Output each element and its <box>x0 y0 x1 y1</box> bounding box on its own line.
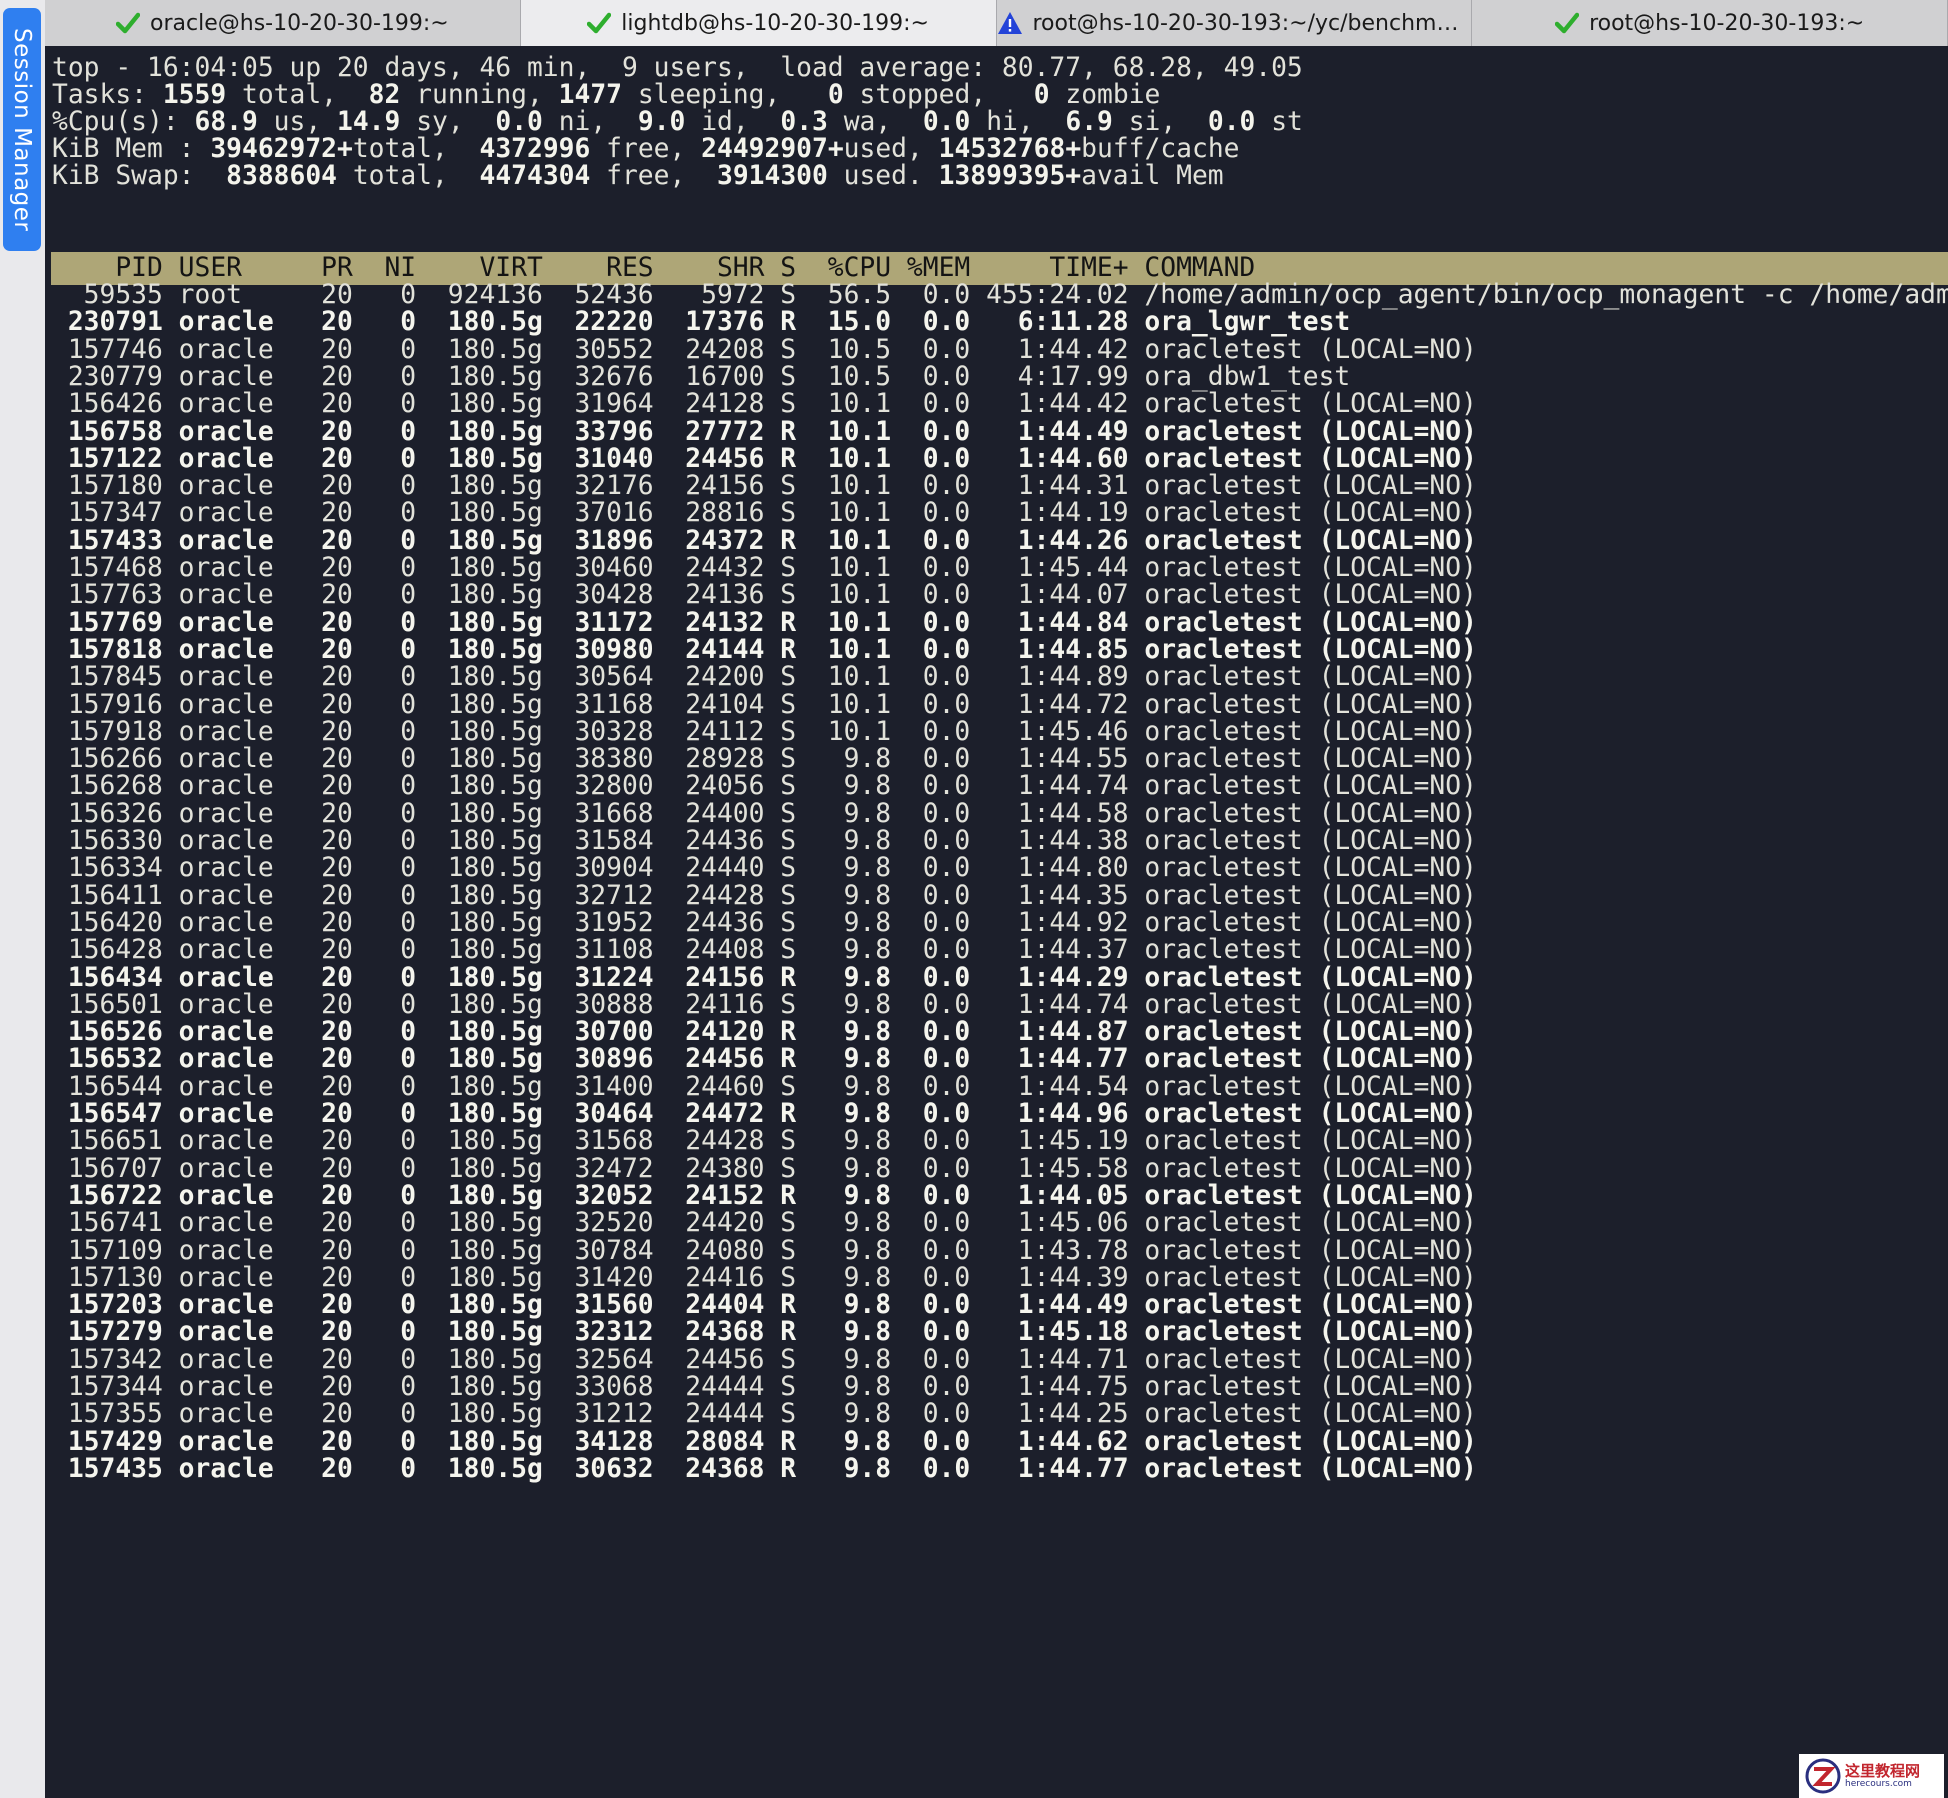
tab-1[interactable]: oracle@hs-10-20-30-199:~ <box>45 0 521 46</box>
swap-used: 3914300 <box>716 161 828 191</box>
tab-3[interactable]: root@hs-10-20-30-193:~/yc/benchmarksql/r… <box>996 0 1473 46</box>
watermark-sub: herecours.com <box>1845 1779 1912 1789</box>
tab-4[interactable]: root@hs-10-20-30-193:~ <box>1472 0 1948 46</box>
tab-bar: oracle@hs-10-20-30-199:~ lightdb@hs-10-20… <box>45 0 1948 46</box>
checkmark-icon <box>116 12 141 34</box>
table-row: 157435 oracle 20 0 180.5g 30632 24368 R … <box>52 1453 1477 1484</box>
watermark: 这里教程网 herecours.com <box>1799 1754 1944 1798</box>
session-manager-button[interactable]: Session Manager <box>3 8 41 251</box>
swap-free: 4474304 <box>479 161 591 191</box>
tab-label: root@hs-10-20-30-193:~ <box>1589 10 1865 36</box>
checkmark-icon <box>587 12 612 34</box>
checkmark-icon <box>1555 12 1580 34</box>
tab-label: root@hs-10-20-30-193:~/yc/benchmarksql/r… <box>1032 10 1472 36</box>
session-manager-sidebar: Session Manager <box>0 0 46 1798</box>
swap-total: 8388604 <box>226 161 337 191</box>
warning-icon <box>997 11 1023 35</box>
tab-label: lightdb@hs-10-20-30-199:~ <box>621 10 929 36</box>
watermark-logo-icon <box>1805 1758 1841 1794</box>
watermark-text: 这里教程网 <box>1845 1762 1921 1780</box>
swap-avail: 13899395+ <box>938 161 1082 191</box>
tab-label: oracle@hs-10-20-30-199:~ <box>150 10 449 36</box>
session-manager-label: Session Manager <box>9 27 35 232</box>
tab-2[interactable]: lightdb@hs-10-20-30-199:~ <box>520 0 997 46</box>
top-swap-line: KiB Swap: 8388604 total, 4474304 free, 3… <box>52 161 1224 191</box>
terminal[interactable]: top - 16:04:05 up 20 days, 46 min, 9 use… <box>45 46 1948 1798</box>
